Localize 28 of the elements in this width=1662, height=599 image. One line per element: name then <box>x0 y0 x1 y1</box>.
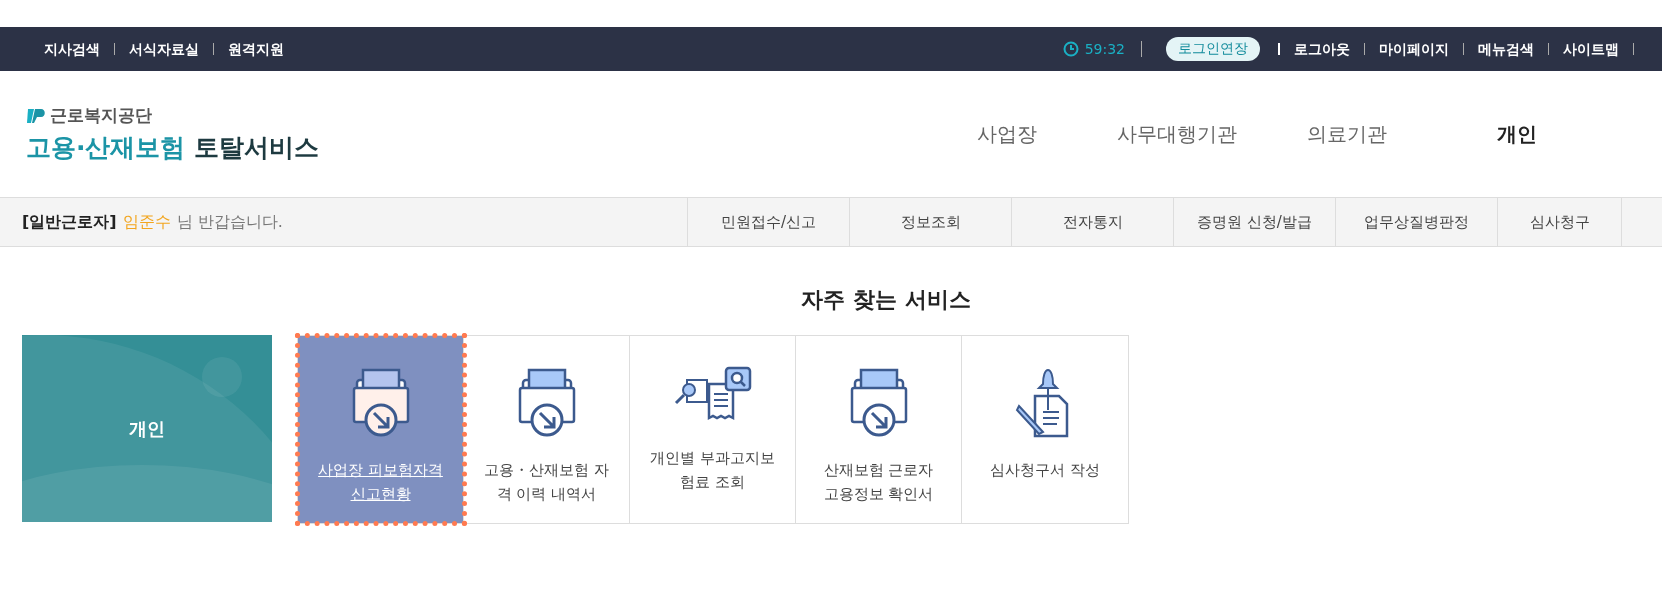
utility-link[interactable]: 서식자료실 <box>115 43 214 55</box>
menu-tab[interactable]: 심사청구 <box>1497 198 1621 246</box>
utility-link[interactable]: 지사검색 <box>30 43 115 55</box>
nav-tab[interactable]: 개인 <box>1432 120 1602 148</box>
service-name: 고용·산재보험 <box>26 132 186 164</box>
nav-tab[interactable]: 사업장 <box>922 120 1092 148</box>
menu-tab[interactable]: 정보조회 <box>849 198 1011 246</box>
utility-link[interactable]: 로그아웃 <box>1280 43 1365 55</box>
nav-tab[interactable]: 의료기관 <box>1262 120 1432 148</box>
clock-icon <box>1062 41 1079 57</box>
service-name: 토탈서비스 <box>193 132 319 164</box>
menu-tab[interactable]: 전자통지 <box>1011 198 1173 246</box>
org-name: 근로복지공단 <box>50 104 152 127</box>
menu-tab[interactable]: 증명원 신청/발급 <box>1173 198 1335 246</box>
menu-tab[interactable]: 업무상질병판정 <box>1335 198 1497 246</box>
section-title: 자주 찾는 서비스 <box>800 286 972 314</box>
logo-icon <box>26 106 46 125</box>
extend-login-button[interactable]: 로그인연장 <box>1166 37 1260 61</box>
utility-link[interactable]: 원격지원 <box>214 43 298 55</box>
menu-tab[interactable]: 민원접수/신고 <box>687 198 849 246</box>
user-role: [일반근로자] <box>22 211 117 233</box>
utility-link[interactable]: 사이트맵 <box>1549 43 1634 55</box>
utility-link[interactable]: 마이페이지 <box>1365 43 1464 55</box>
user-name: 임준수 <box>122 211 171 233</box>
nav-tab[interactable]: 사무대행기관 <box>1092 120 1262 148</box>
session-timer: 59:32 <box>1084 43 1125 55</box>
greeting-text: 님 반갑습니다. <box>176 211 283 233</box>
utility-link[interactable]: 메뉴검색 <box>1464 43 1549 55</box>
